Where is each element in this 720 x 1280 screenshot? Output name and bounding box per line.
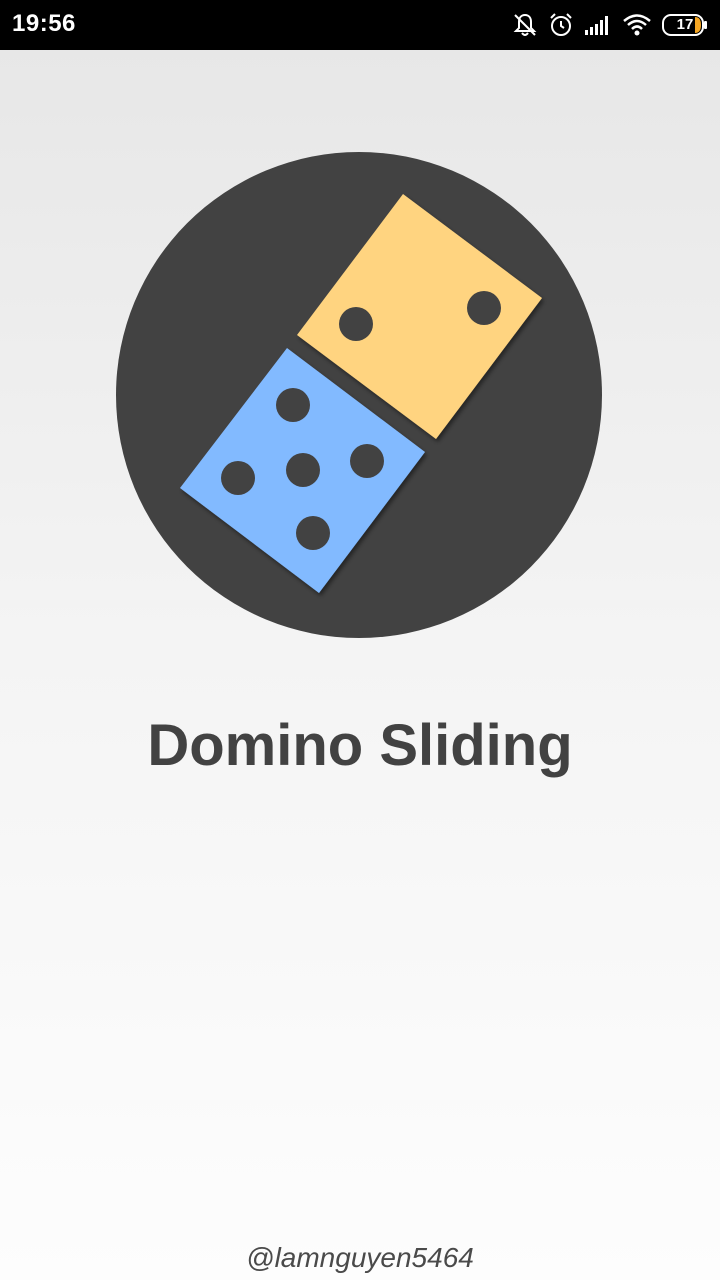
bottom-tile-pip: [296, 516, 330, 550]
status-icons: 17: [512, 10, 708, 40]
bottom-tile-pip: [276, 388, 310, 422]
bottom-tile-pip: [286, 453, 320, 487]
notifications-off-icon: [512, 12, 538, 38]
top-tile-pip: [467, 291, 501, 325]
app-title: Domino Sliding: [147, 713, 573, 778]
status-bar: 19:56 17: [0, 0, 720, 50]
logo-circle: [116, 152, 602, 638]
bottom-tile-pip: [221, 461, 255, 495]
author-credit: @lamnguyen5464: [246, 1242, 474, 1273]
wifi-icon: [622, 13, 652, 37]
top-tile-pip: [339, 307, 373, 341]
status-time: 19:56: [12, 10, 76, 37]
bottom-tile-pip: [350, 444, 384, 478]
alarm-icon: [548, 12, 574, 38]
battery-icon: 17: [662, 14, 708, 36]
domino-logo-icon: [116, 152, 602, 638]
signal-icon: [584, 14, 612, 36]
splash-screen: 19:56 17 Domino Sliding @lamnguyen5464: [0, 0, 720, 1280]
battery-level: 17: [676, 16, 694, 33]
